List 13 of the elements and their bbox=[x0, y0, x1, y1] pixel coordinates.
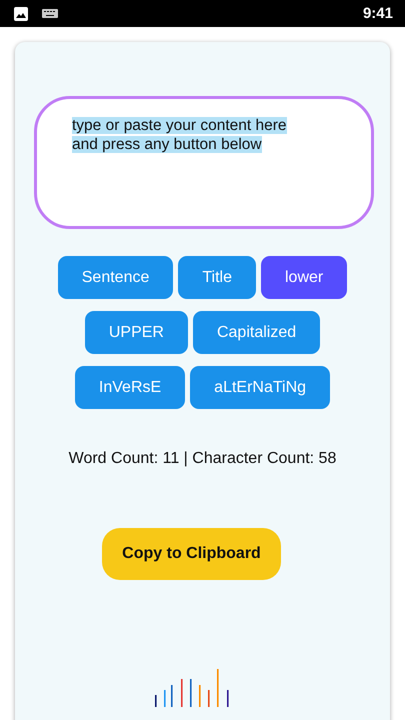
keyboard-icon bbox=[42, 9, 58, 18]
case-button[interactable]: lower bbox=[261, 256, 348, 299]
image-icon bbox=[14, 6, 28, 20]
case-button[interactable]: Sentence bbox=[58, 256, 174, 299]
case-button[interactable]: Capitalized bbox=[192, 311, 320, 354]
case-button[interactable]: Title bbox=[178, 256, 256, 299]
copy-button[interactable]: Copy to Clipboard bbox=[102, 528, 281, 580]
case-button[interactable]: InVeRsE bbox=[74, 366, 186, 409]
case-button[interactable]: aLtErNaTiNg bbox=[190, 366, 330, 409]
count-text: Word Count: 11 | Character Count: 58 bbox=[68, 450, 336, 468]
text-input[interactable]: type or paste your content here and press any button below bbox=[34, 96, 374, 229]
case-button[interactable]: UPPER bbox=[84, 311, 188, 354]
clock-time: 9:41 bbox=[362, 5, 393, 22]
